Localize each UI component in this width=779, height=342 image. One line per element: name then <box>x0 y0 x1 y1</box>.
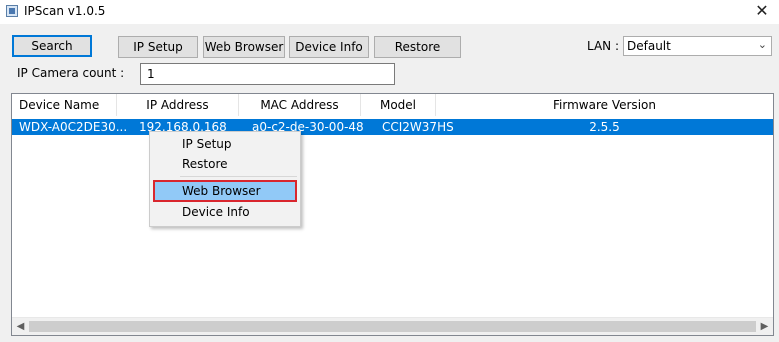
cell-device-name: WDX-A0C2DE30... <box>19 120 128 134</box>
menu-item-ip-setup[interactable]: IP Setup <box>182 137 232 151</box>
scroll-right-icon[interactable]: ▶ <box>756 318 773 335</box>
column-header-firmware-version[interactable]: Firmware Version <box>436 94 773 116</box>
column-header-mac-address[interactable]: MAC Address <box>239 94 361 116</box>
web-browser-button[interactable]: Web Browser <box>203 36 285 58</box>
cell-firmware-version: 2.5.5 <box>589 120 620 134</box>
device-list[interactable]: Device Name IP Address MAC Address Model… <box>11 93 774 336</box>
camera-count-label: IP Camera count : <box>17 66 125 80</box>
horizontal-scrollbar[interactable]: ◀ ▶ <box>12 317 773 335</box>
lan-select[interactable]: Default ⌄ <box>623 36 772 56</box>
menu-item-restore[interactable]: Restore <box>182 157 228 171</box>
search-button[interactable]: Search <box>12 35 92 57</box>
camera-count-value: 1 <box>147 67 155 81</box>
menu-item-device-info[interactable]: Device Info <box>182 205 250 219</box>
context-menu: IP Setup Restore Web Browser Device Info <box>149 131 301 227</box>
close-button[interactable]: ✕ <box>745 0 779 24</box>
camera-count-field: 1 <box>140 63 395 85</box>
lan-label: LAN : <box>587 39 620 53</box>
table-row[interactable]: WDX-A0C2DE30... 192.168.0.168 a0-c2-de-3… <box>12 119 773 135</box>
restore-button[interactable]: Restore <box>374 36 461 58</box>
chevron-down-icon: ⌄ <box>757 38 767 51</box>
window-title: IPScan v1.0.5 <box>24 4 106 18</box>
lan-selected-value: Default <box>627 39 671 53</box>
scrollbar-thumb[interactable] <box>29 321 756 332</box>
device-info-button[interactable]: Device Info <box>289 36 369 58</box>
scroll-left-icon[interactable]: ◀ <box>12 318 29 335</box>
column-header-model-name[interactable]: Model Name <box>361 94 436 134</box>
menu-separator <box>180 176 297 177</box>
title-bar: IPScan v1.0.5 ✕ <box>0 0 779 24</box>
ip-setup-button[interactable]: IP Setup <box>118 36 198 58</box>
menu-item-web-browser[interactable]: Web Browser <box>182 184 261 198</box>
app-icon <box>6 5 18 17</box>
column-header-device-name[interactable]: Device Name <box>12 94 117 116</box>
list-header: Device Name IP Address MAC Address Model… <box>12 94 773 134</box>
column-header-ip-address[interactable]: IP Address <box>117 94 239 116</box>
